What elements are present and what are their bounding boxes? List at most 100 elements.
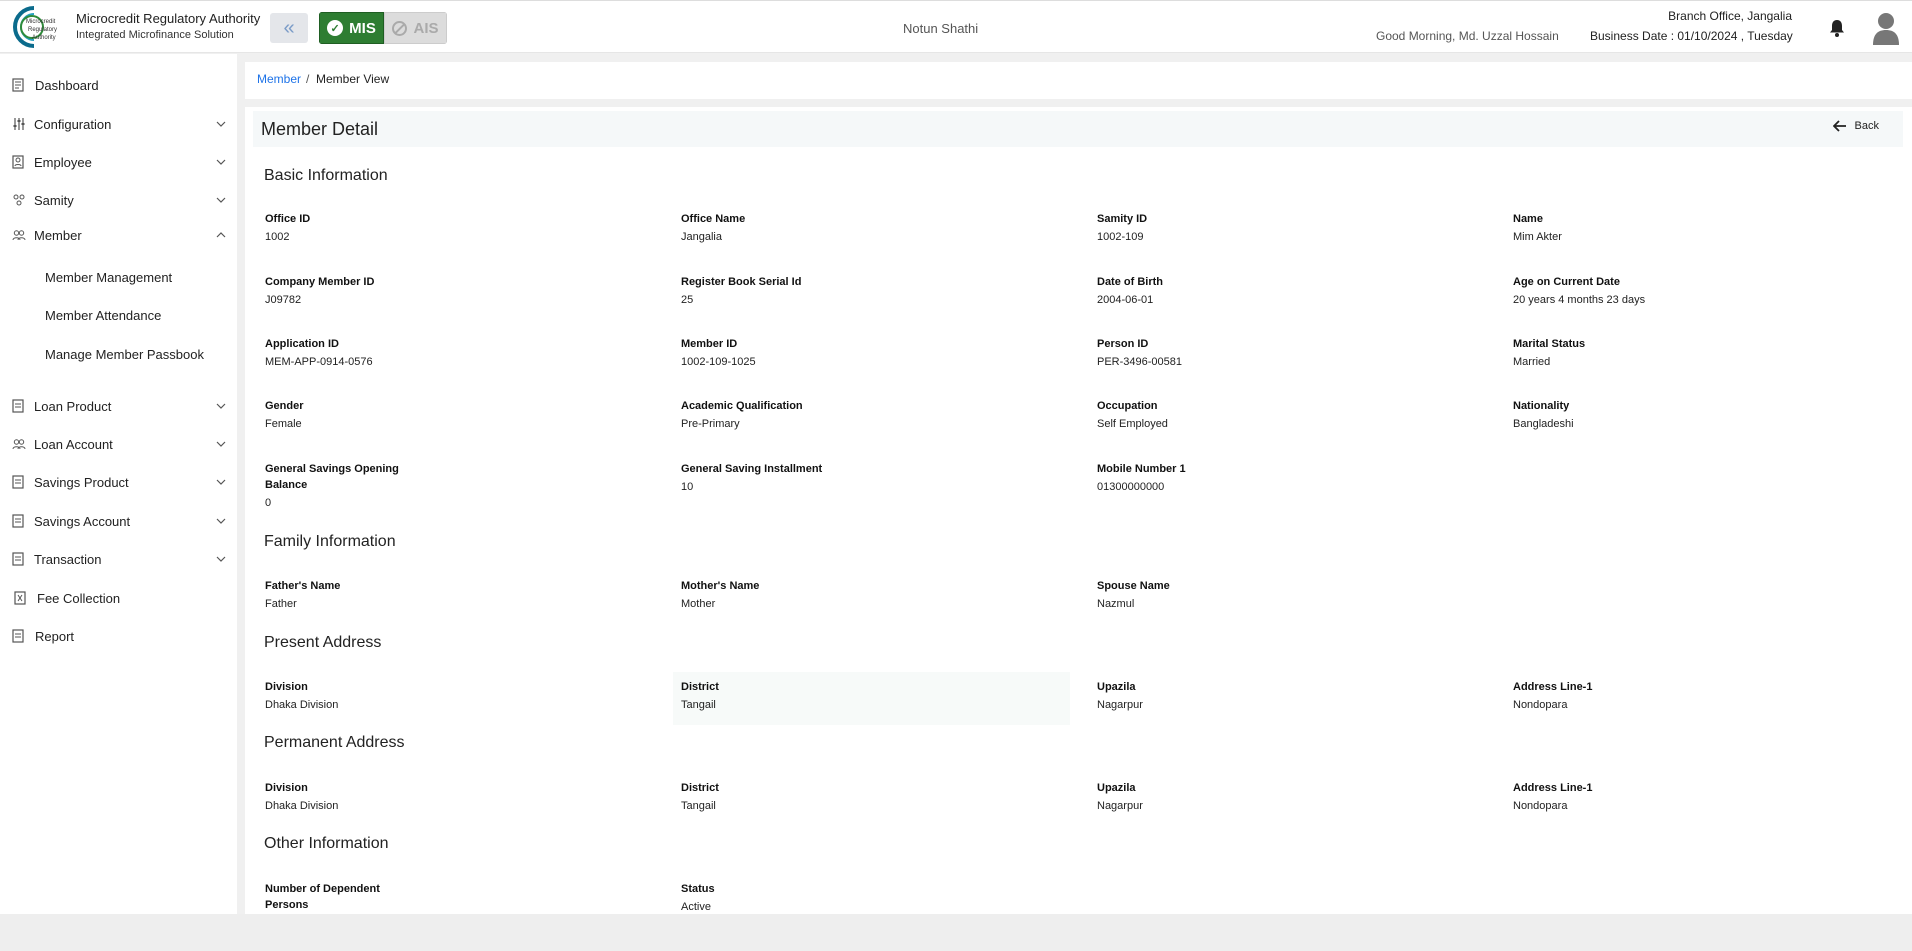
sidebar-item-label: Employee — [34, 154, 92, 170]
chevron-down-icon — [216, 556, 226, 562]
field-label: Address Line-1 — [1513, 681, 1593, 693]
arrow-left-icon — [1832, 120, 1846, 132]
chevron-down-icon — [216, 518, 226, 524]
field-value: Pre-Primary — [681, 418, 740, 430]
sidebar-item-configuration[interactable]: Configuration — [0, 109, 237, 139]
ais-button[interactable]: AIS — [384, 12, 447, 44]
field-age-on-current-date: Age on Current Date 20 years 4 months 23 … — [1513, 274, 1912, 308]
sidebar-subitem-member-management[interactable]: Member Management — [45, 270, 172, 285]
field-value: Nagarpur — [1097, 699, 1143, 711]
svg-text:Microcredit: Microcredit — [26, 19, 56, 25]
field-value: Nazmul — [1097, 598, 1135, 610]
field-label: Company Member ID — [265, 276, 375, 288]
field-value: Nondopara — [1513, 699, 1568, 711]
back-label: Back — [1854, 120, 1879, 132]
chevron-down-icon — [216, 441, 226, 447]
field-label: Division — [265, 782, 308, 794]
sidebar-item-label: Configuration — [34, 116, 112, 132]
svg-text:Regulatory: Regulatory — [28, 27, 57, 33]
field-mobile-number-1: Mobile Number 1 01300000000 — [1097, 461, 1497, 495]
field-value: Nagarpur — [1097, 800, 1143, 812]
sidebar-item-loan-product[interactable]: Loan Product — [0, 391, 237, 421]
field-value: 01300000000 — [1097, 481, 1165, 493]
field-value: Tangail — [681, 699, 716, 711]
bell-icon[interactable] — [1829, 19, 1845, 37]
breadcrumb: Member / Member View — [245, 62, 1912, 99]
back-button[interactable]: Back — [1832, 120, 1879, 132]
field-status: Status Active — [681, 881, 1081, 914]
sidebar: Dashboard Configuration Employee Samity … — [0, 54, 237, 914]
field-register-book-serial-id: Register Book Serial Id 25 — [681, 274, 1081, 308]
field-samity-id: Samity ID 1002-109 — [1097, 211, 1497, 245]
field-label: Number of Dependent Persons — [265, 883, 380, 911]
field-application-id: Application ID MEM-APP-0914-0576 — [265, 336, 665, 370]
sidebar-item-loan-account[interactable]: Loan Account — [0, 429, 237, 459]
sidebar-item-label: Loan Account — [34, 436, 113, 452]
breadcrumb-current: Member View — [316, 72, 390, 86]
sidebar-item-label: Report — [35, 628, 75, 644]
sidebar-item-transaction[interactable]: Transaction — [0, 544, 237, 574]
field-value: 1002-109 — [1097, 231, 1144, 243]
block-icon — [392, 20, 408, 36]
field-value: PER-3496-00581 — [1097, 356, 1183, 368]
module-toggle: ✓ MIS AIS — [319, 12, 447, 44]
employee-icon — [12, 155, 24, 169]
chevron-down-icon — [216, 403, 226, 409]
sidebar-item-member[interactable]: Member — [0, 220, 237, 250]
sidebar-item-dashboard[interactable]: Dashboard — [0, 70, 237, 100]
samity-icon — [13, 194, 25, 206]
field-value: Active — [681, 901, 711, 913]
sidebar-item-fee-collection[interactable]: Fee Collection — [0, 583, 237, 613]
chevron-down-icon — [216, 479, 226, 485]
sidebar-collapse-button[interactable]: « — [270, 13, 308, 43]
sidebar-item-samity[interactable]: Samity — [0, 185, 237, 215]
field-value: Dhaka Division — [265, 699, 339, 711]
field-label: Division — [265, 681, 308, 693]
field-value: Father — [265, 598, 297, 610]
sidebar-item-label: Dashboard — [35, 77, 99, 93]
double-chevron-left-icon: « — [283, 16, 295, 39]
field-value: MEM-APP-0914-0576 — [265, 356, 373, 368]
field-label: Member ID — [681, 338, 738, 350]
field-value: Bangladeshi — [1513, 418, 1574, 430]
field-label: General Saving Installment — [681, 463, 823, 475]
mis-button[interactable]: ✓ MIS — [319, 12, 384, 44]
section-title-present-address: Present Address — [264, 634, 382, 651]
breadcrumb-link-member[interactable]: Member — [257, 72, 301, 86]
field-present-division: Division Dhaka Division — [265, 679, 665, 713]
sidebar-item-savings-account[interactable]: Savings Account — [0, 506, 237, 536]
field-label: Mother's Name — [681, 580, 760, 592]
sidebar-item-report[interactable]: Report — [0, 621, 237, 651]
sidebar-subitem-manage-member-passbook[interactable]: Manage Member Passbook — [45, 347, 204, 362]
sidebar-subitem-member-attendance[interactable]: Member Attendance — [45, 308, 161, 323]
section-title-family: Family Information — [264, 533, 396, 550]
savings-product-icon — [12, 475, 24, 489]
field-value: Self Employed — [1097, 418, 1168, 430]
report-icon — [12, 629, 24, 643]
field-value: Mim Akter — [1513, 231, 1562, 243]
sidebar-item-employee[interactable]: Employee — [0, 147, 237, 177]
field-value: Mother — [681, 598, 716, 610]
field-label: General Savings Opening Balance — [265, 463, 399, 491]
field-value: Married — [1513, 356, 1551, 368]
sidebar-item-label: Samity — [34, 192, 74, 208]
sidebar-item-savings-product[interactable]: Savings Product — [0, 467, 237, 497]
field-value: Tangail — [681, 800, 716, 812]
field-member-id: Member ID 1002-109-1025 — [681, 336, 1081, 370]
chevron-down-icon — [216, 159, 226, 165]
check-circle-icon: ✓ — [327, 20, 344, 36]
chevron-down-icon — [216, 197, 226, 203]
sidebar-item-label: Savings Product — [34, 474, 129, 490]
field-value: 1002-109-1025 — [681, 356, 756, 368]
user-avatar-icon[interactable] — [1872, 11, 1900, 45]
field-permanent-upazila: Upazila Nagarpur — [1097, 780, 1497, 814]
field-label: Age on Current Date — [1513, 276, 1620, 288]
branch-office: Branch Office, Jangalia — [1668, 9, 1792, 23]
field-value: Jangalia — [681, 231, 722, 243]
field-label: Spouse Name — [1097, 580, 1170, 592]
field-label: Status — [681, 883, 715, 895]
mis-label: MIS — [349, 19, 376, 37]
field-label: Office Name — [681, 213, 746, 225]
field-present-address-line-1: Address Line-1 Nondopara — [1513, 679, 1912, 713]
field-value: 2004-06-01 — [1097, 294, 1154, 306]
